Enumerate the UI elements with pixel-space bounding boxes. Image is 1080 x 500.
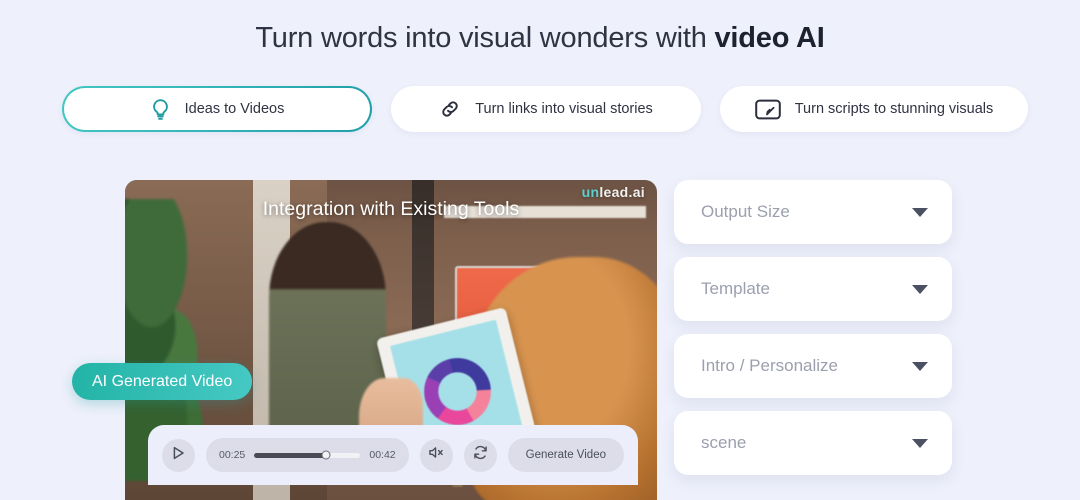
chevron-down-icon [912,438,928,448]
watermark-prefix: un [581,184,600,200]
play-button[interactable] [162,438,195,472]
watermark-suffix: lead.ai [599,184,645,200]
settings-panel: Output Size Template Intro / Personalize… [674,180,952,488]
ai-generated-badge: AI Generated Video [72,363,253,400]
page-title-emphasis: video AI [714,22,825,54]
chevron-down-icon [912,284,928,294]
mode-tabs: Ideas to Videos Turn links into visual s… [62,86,1028,132]
video-player-controls: 00:25 00:42 Generate Video [148,425,638,485]
select-intro-personalize[interactable]: Intro / Personalize [674,334,952,398]
select-label: Intro / Personalize [701,356,839,375]
select-label: scene [701,433,747,452]
current-time: 00:25 [219,449,246,461]
link-icon [439,98,461,120]
loop-button[interactable] [463,438,497,472]
generate-video-label: Generate Video [525,449,606,461]
lightbulb-icon [150,98,171,121]
progress-bar[interactable] [254,450,361,460]
total-time: 00:42 [369,449,396,461]
video-caption: Integration with Existing Tools [262,198,520,220]
volume-muted-icon [428,445,445,465]
donut-chart [416,350,499,433]
tab-label: Ideas to Videos [184,101,285,117]
mute-button[interactable] [419,438,453,472]
select-scene[interactable]: scene [674,411,952,475]
select-output-size[interactable]: Output Size [674,180,952,244]
watermark-logo: unlead.ai [582,184,645,200]
generate-video-button[interactable]: Generate Video [507,438,624,472]
tab-scripts-to-visuals[interactable]: Turn scripts to stunning visuals [720,86,1028,132]
chevron-down-icon [912,361,928,371]
script-edit-icon [754,99,781,120]
select-template[interactable]: Template [674,257,952,321]
tab-ideas-to-videos[interactable]: Ideas to Videos [62,86,372,132]
page-root: Turn words into visual wonders with vide… [0,0,1080,500]
select-label: Output Size [701,202,790,221]
select-label: Template [701,279,770,298]
tab-label: Turn links into visual stories [475,101,653,117]
play-icon [172,446,185,465]
refresh-loop-icon [472,444,489,466]
page-title-lead: Turn words into visual wonders with [255,22,715,54]
tab-links-to-stories[interactable]: Turn links into visual stories [391,86,701,132]
progress-handle[interactable] [321,450,331,460]
chevron-down-icon [912,207,928,217]
tab-label: Turn scripts to stunning visuals [794,101,994,117]
page-title: Turn words into visual wonders with vide… [0,22,1080,55]
ai-generated-badge-label: AI Generated Video [92,372,233,390]
progress-track-container[interactable]: 00:25 00:42 [206,438,409,472]
progress-fill [254,452,327,458]
